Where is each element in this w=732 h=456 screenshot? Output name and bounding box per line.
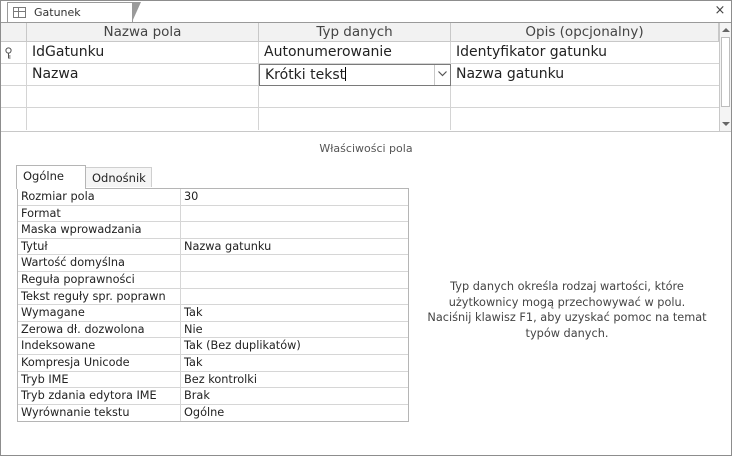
table-row[interactable]: Nazwa Krótki tekst Nazwa gatunku <box>1 64 719 86</box>
property-row[interactable]: Wyrównanie tekstu Ogólne <box>18 404 408 422</box>
property-value-field[interactable] <box>181 289 408 305</box>
data-type-cell[interactable] <box>259 108 451 130</box>
field-name-cell[interactable] <box>27 86 259 108</box>
property-name: Tryb zdania edytora IME <box>18 388 181 404</box>
table-row-empty[interactable] <box>1 108 719 130</box>
row-selector[interactable] <box>1 86 27 108</box>
property-name: Indeksowane <box>18 338 181 354</box>
property-row[interactable]: Tekst reguły spr. poprawn <box>18 288 408 306</box>
property-value-field[interactable]: Tak <box>181 305 408 321</box>
row-selector[interactable] <box>1 108 27 130</box>
data-type-cell[interactable]: Autonumerowanie <box>259 42 451 64</box>
property-sheet: Rozmiar pola 30 Format Maska wprowadzania Ty… <box>17 188 409 423</box>
table-icon <box>13 7 26 18</box>
property-name: Zerowa dł. dozwolona <box>18 321 181 338</box>
property-value-field[interactable]: Nie <box>181 322 408 338</box>
row-selector[interactable] <box>1 64 27 86</box>
property-name: Tryb IME <box>18 371 181 388</box>
field-properties-title: Właściwości pola <box>319 142 413 155</box>
property-row[interactable]: Indeksowane Tak (Bez duplikatów) <box>18 338 408 355</box>
property-value-field[interactable]: Nazwa gatunku <box>181 239 408 255</box>
scroll-down-icon[interactable] <box>721 119 731 129</box>
property-row[interactable]: Kompresja Unicode Tak <box>18 354 408 372</box>
property-value-field[interactable] <box>181 222 408 238</box>
field-grid: Nazwa pola Typ danych Opis (opcjonalny) … <box>1 23 719 131</box>
property-value-field[interactable]: Tak (Bez duplikatów) <box>181 338 408 354</box>
primary-key-icon <box>5 47 12 59</box>
property-value-field[interactable]: 30 <box>181 189 408 205</box>
scroll-up-icon[interactable] <box>721 25 731 35</box>
grid-corner <box>1 23 27 42</box>
field-name-cell[interactable] <box>27 108 259 130</box>
description-cell[interactable]: Nazwa gatunku <box>451 64 719 86</box>
table-row[interactable]: IdGatunku Autonumerowanie Identyfikator … <box>1 42 719 64</box>
property-name: Kompresja Unicode <box>18 354 181 371</box>
text-caret <box>345 67 347 81</box>
property-row[interactable]: Format <box>18 205 408 223</box>
dropdown-arrow-button[interactable] <box>434 65 450 85</box>
table-row-empty[interactable] <box>1 86 719 108</box>
property-value-field[interactable] <box>181 272 408 288</box>
property-name: Rozmiar pola <box>18 189 181 205</box>
property-name: Tekst reguły spr. poprawn <box>18 288 181 305</box>
description-cell[interactable] <box>451 86 719 108</box>
property-row[interactable]: Tryb zdania edytora IME Brak <box>18 388 408 405</box>
document-tab-label: Gatunek <box>34 6 81 19</box>
document-tab-gatunek[interactable]: Gatunek <box>7 2 141 22</box>
property-value-field[interactable]: Ogólne <box>181 405 408 422</box>
property-row[interactable]: Wartość domyślna <box>18 255 408 272</box>
property-name: Wartość domyślna <box>18 255 181 271</box>
property-value-field[interactable] <box>181 255 408 271</box>
document-tab-bar: Gatunek × <box>1 1 731 23</box>
scrollbar-thumb[interactable] <box>721 37 730 107</box>
property-value-field[interactable]: Brak <box>181 388 408 404</box>
close-icon[interactable]: × <box>712 2 728 20</box>
property-value-field[interactable]: Tak <box>181 355 408 371</box>
property-name: Wyrównanie tekstu <box>18 404 181 422</box>
row-selector[interactable] <box>1 42 27 64</box>
description-cell[interactable]: Identyfikator gatunku <box>451 42 719 64</box>
grid-vertical-scrollbar[interactable] <box>719 23 731 131</box>
property-name: Maska wprowadzania <box>18 222 181 238</box>
property-row[interactable]: Reguła poprawności <box>18 271 408 289</box>
column-header-description[interactable]: Opis (opcjonalny) <box>451 23 719 42</box>
property-row[interactable]: Maska wprowadzania <box>18 222 408 239</box>
property-value-field[interactable] <box>181 206 408 222</box>
data-type-dropdown[interactable]: Krótki tekst <box>259 64 451 86</box>
property-row[interactable]: Zerowa dł. dozwolona Nie <box>18 321 408 339</box>
data-type-value: Krótki tekst <box>265 67 346 83</box>
chevron-down-icon <box>438 71 447 77</box>
divider <box>1 131 731 132</box>
column-header-field-name[interactable]: Nazwa pola <box>27 23 259 42</box>
property-row[interactable]: Wymagane Tak <box>18 305 408 322</box>
description-cell[interactable] <box>451 108 719 130</box>
property-name: Wymagane <box>18 305 181 321</box>
tab-lookup[interactable]: Odnośnik <box>86 167 152 187</box>
data-type-cell[interactable] <box>259 86 451 108</box>
property-row[interactable]: Tytuł Nazwa gatunku <box>18 238 408 256</box>
property-name: Format <box>18 205 181 222</box>
property-row[interactable]: Tryb IME Bez kontrolki <box>18 371 408 389</box>
field-name-cell[interactable]: Nazwa <box>27 64 259 86</box>
property-row[interactable]: Rozmiar pola 30 <box>18 189 408 206</box>
tab-general[interactable]: Ogólne <box>16 165 86 189</box>
property-name: Reguła poprawności <box>18 271 181 288</box>
property-value-field[interactable]: Bez kontrolki <box>181 372 408 388</box>
column-header-data-type[interactable]: Typ danych <box>259 23 451 42</box>
property-name: Tytuł <box>18 238 181 255</box>
help-text: Typ danych określa rodzaj wartości, któr… <box>427 280 707 340</box>
table-design-window: Gatunek × Nazwa pola Typ danych Opis (op… <box>0 0 732 456</box>
field-name-cell[interactable]: IdGatunku <box>27 42 259 64</box>
